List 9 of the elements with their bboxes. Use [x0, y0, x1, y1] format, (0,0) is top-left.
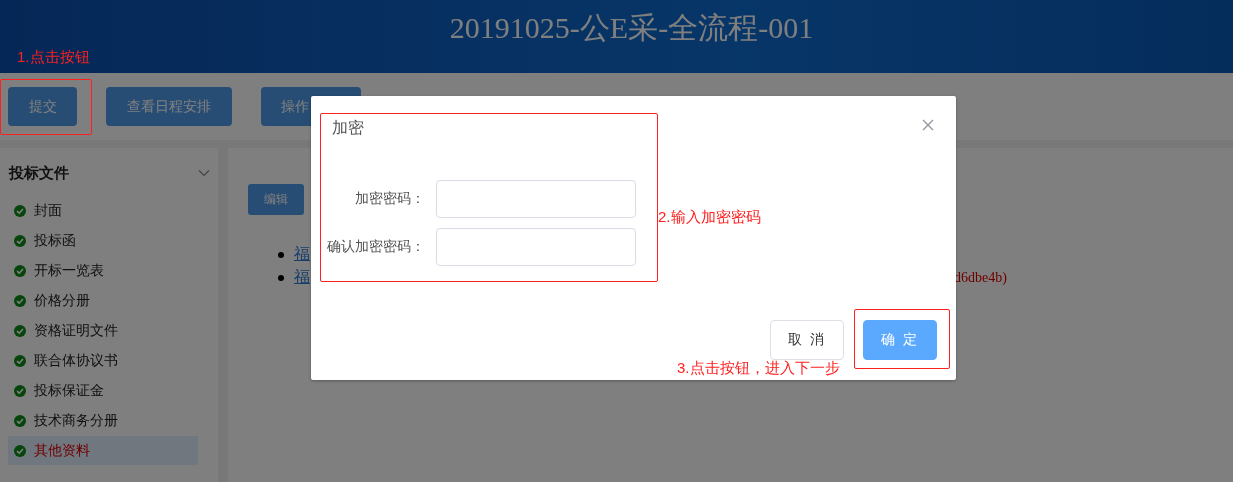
file-note: d6dbe4b): [954, 269, 1007, 286]
field-label: 确认加密密码：: [326, 238, 425, 256]
page-title: 20191025-公E采-全流程-001: [449, 10, 814, 46]
annotation-text: 1.点击按钮: [17, 48, 90, 67]
field-label: 加密密码：: [354, 190, 425, 208]
dialog-title: 加密: [332, 118, 364, 138]
annotation-text: 3.点击按钮，进入下一步: [677, 359, 840, 378]
annotation-text: 2.输入加密密码: [658, 208, 761, 227]
section-title: 投标文件: [9, 163, 69, 183]
